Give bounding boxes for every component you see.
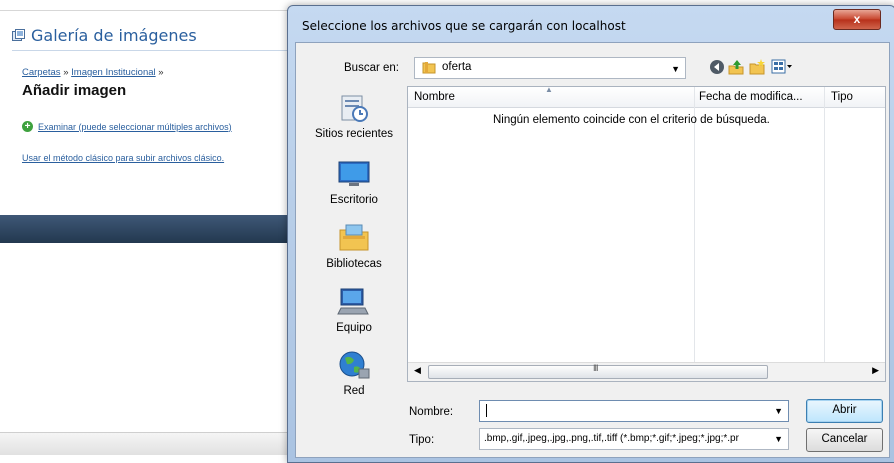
back-icon[interactable]	[708, 58, 726, 76]
file-open-dialog: Seleccione los archivos que se cargarán …	[287, 5, 894, 463]
filename-input[interactable]: ▼	[479, 400, 789, 422]
page-bottom-bar	[0, 432, 300, 455]
place-label: Bibliotecas	[326, 258, 382, 270]
classic-upload-link[interactable]: Usar el método clásico para subir archiv…	[22, 153, 224, 163]
place-label: Red	[343, 385, 365, 397]
text-caret	[486, 404, 487, 417]
network-icon	[339, 351, 370, 379]
title-underline	[12, 50, 302, 51]
place-label: Escritorio	[330, 194, 378, 206]
places-bar: Sitios recientes Escritorio Bibliotecas	[304, 86, 404, 406]
page-title: Galería de imágenes	[31, 26, 197, 45]
desktop-icon	[338, 161, 370, 186]
gallery-icon	[12, 29, 25, 41]
column-date-modified[interactable]: Fecha de modifica...	[699, 91, 803, 103]
place-recent[interactable]: Sitios recientes	[304, 92, 404, 140]
chevron-down-icon[interactable]: ▼	[774, 434, 783, 444]
empty-message: Ningún elemento coincide con el criterio…	[493, 114, 770, 126]
column-header-row: Nombre ▲ Fecha de modifica... Tipo	[408, 85, 885, 108]
breadcrumb-link-institutional[interactable]: Imagen Institucional	[71, 67, 156, 78]
cancel-button[interactable]: Cancelar	[806, 428, 883, 452]
place-desktop[interactable]: Escritorio	[304, 158, 404, 206]
place-label: Sitios recientes	[315, 128, 393, 140]
browse-row: + Examinar (puede seleccionar múltiples …	[22, 121, 232, 132]
close-button[interactable]: x	[833, 9, 881, 30]
sort-up-icon: ▲	[545, 85, 553, 94]
chevron-down-icon: ▼	[671, 64, 680, 74]
filetype-select[interactable]: .bmp,.gif,.jpeg,.jpg,.png,.tif,.tiff (*.…	[479, 428, 789, 450]
place-computer[interactable]: Equipo	[304, 286, 404, 334]
views-menu-icon[interactable]	[771, 58, 793, 76]
breadcrumb-link-folders[interactable]: Carpetas	[22, 67, 61, 78]
file-list[interactable]: Nombre ▲ Fecha de modifica... Tipo Ningú…	[407, 85, 886, 382]
scroll-grip: III	[593, 363, 598, 373]
add-image-heading: Añadir imagen	[22, 82, 127, 99]
place-network[interactable]: Red	[304, 349, 404, 397]
lookin-value: oferta	[442, 61, 472, 73]
libraries-icon	[339, 224, 369, 251]
scroll-right-icon[interactable]: ▶	[872, 365, 879, 376]
place-libraries[interactable]: Bibliotecas	[304, 222, 404, 270]
dialog-title: Seleccione los archivos que se cargarán …	[302, 19, 626, 33]
lookin-label: Buscar en:	[344, 62, 399, 74]
column-type[interactable]: Tipo	[831, 91, 853, 103]
breadcrumb-separator: »	[158, 67, 164, 78]
gallery-header: Galería de imágenes	[12, 26, 197, 45]
lookin-dropdown[interactable]: oferta ▼	[414, 57, 686, 79]
browse-link[interactable]: Examinar (puede seleccionar múltiples ar…	[38, 122, 232, 132]
filename-label: Nombre:	[409, 406, 454, 418]
column-divider[interactable]	[824, 87, 825, 381]
column-name[interactable]: Nombre	[414, 91, 455, 103]
filetype-label: Tipo:	[409, 434, 435, 446]
scroll-left-icon[interactable]: ◀	[414, 365, 421, 376]
chevron-down-icon[interactable]: ▼	[774, 406, 783, 416]
dialog-body: Buscar en: oferta ▼ Sitios recientes Esc…	[295, 42, 890, 458]
open-button[interactable]: Abrir	[806, 399, 883, 423]
divider	[0, 10, 300, 11]
page-band	[0, 215, 300, 243]
up-folder-icon[interactable]	[727, 58, 745, 76]
place-label: Equipo	[336, 322, 372, 334]
filetype-value: .bmp,.gif,.jpeg,.jpg,.png,.tif,.tiff (*.…	[484, 433, 739, 444]
recent-places-icon	[341, 95, 368, 122]
scroll-thumb[interactable]: III	[428, 363, 768, 379]
horizontal-scrollbar[interactable]: ◀ III ▶	[408, 362, 885, 381]
column-divider[interactable]	[694, 87, 695, 381]
new-folder-icon[interactable]	[748, 58, 766, 76]
breadcrumb: Carpetas » Imagen Institucional »	[22, 67, 164, 78]
classic-upload: Usar el método clásico para subir archiv…	[22, 153, 224, 163]
add-icon: +	[22, 121, 33, 132]
breadcrumb-separator: »	[63, 67, 69, 78]
computer-icon	[337, 288, 369, 315]
folder-icon	[422, 62, 436, 74]
